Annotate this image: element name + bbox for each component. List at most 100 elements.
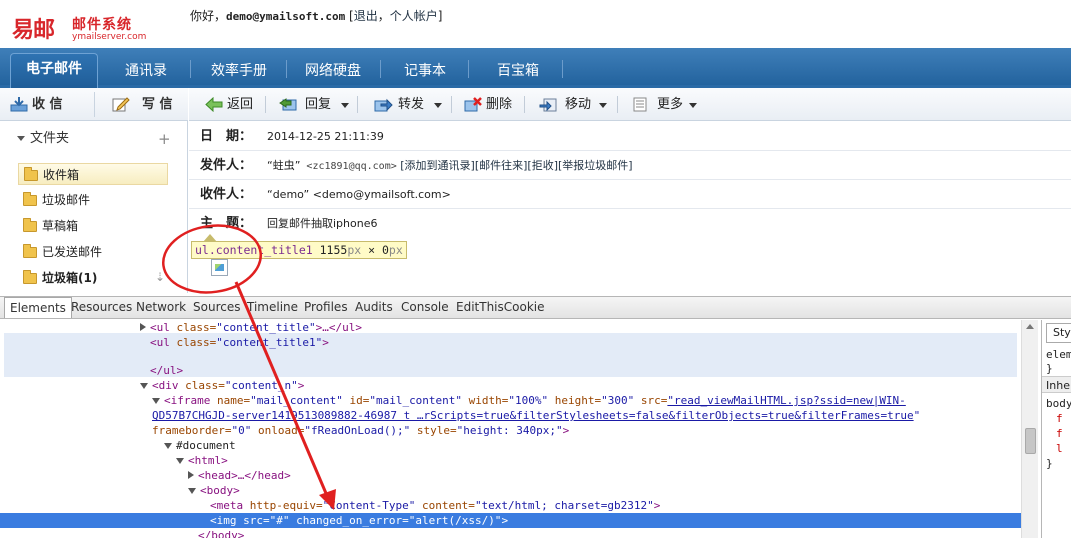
toolbar-separator bbox=[451, 96, 452, 113]
tab-audits[interactable]: Audits bbox=[355, 297, 393, 318]
dom-node-head[interactable]: <head>…</head> bbox=[0, 468, 1021, 483]
collapse-triangle-icon[interactable] bbox=[188, 488, 196, 494]
scroll-up-icon[interactable] bbox=[1026, 324, 1034, 329]
tag: <div bbox=[152, 379, 179, 392]
dom-node-body-close[interactable]: </body> bbox=[0, 528, 1021, 538]
folder-icon bbox=[23, 218, 37, 232]
dom-node-document[interactable]: #document bbox=[0, 438, 1021, 453]
dom-node-div-content[interactable]: <div class="content_n"> bbox=[0, 378, 1021, 393]
dom-node-meta[interactable]: <meta http-equiv="Content-Type" content=… bbox=[0, 498, 1021, 513]
nav-separator bbox=[380, 60, 381, 78]
folders-header[interactable]: 文件夹 + bbox=[0, 124, 188, 154]
broken-image-icon[interactable] bbox=[211, 259, 228, 276]
dom-node-iframe[interactable]: <iframe name="mail_content" id="mail_con… bbox=[0, 393, 1021, 408]
receive-icon bbox=[10, 97, 28, 112]
scrollbar-thumb[interactable] bbox=[1025, 428, 1036, 454]
style-line: body bbox=[1046, 397, 1071, 410]
tab-network[interactable]: Network bbox=[136, 297, 186, 318]
attr-name: frameborder= bbox=[152, 424, 232, 437]
tooltip-width: 1155 bbox=[312, 243, 348, 257]
report-spam-link[interactable]: [举报垃圾邮件] bbox=[558, 159, 633, 172]
account-link[interactable]: 个人帐户 bbox=[390, 9, 438, 23]
tab-planner[interactable]: 效率手册 bbox=[200, 57, 278, 87]
document-node: #document bbox=[176, 439, 236, 452]
iframe-src-link[interactable]: QD57B7CHGJD-server1419513089882-46987 t … bbox=[152, 409, 914, 422]
style-line: l bbox=[1056, 442, 1063, 455]
tab-console[interactable]: Console bbox=[401, 297, 449, 318]
attr-name: class= bbox=[178, 379, 225, 392]
tag: > bbox=[322, 336, 329, 349]
add-folder-icon[interactable]: + bbox=[158, 124, 171, 154]
forward-icon bbox=[374, 98, 393, 112]
mail-history-link[interactable]: [邮件往来] bbox=[475, 159, 528, 172]
more-icon bbox=[633, 97, 647, 112]
forward-dropdown-icon[interactable] bbox=[434, 103, 442, 108]
dom-node-img-selected[interactable]: <img src="#" changed_on_error="alert(/xs… bbox=[0, 513, 1021, 528]
attr-value: "mail_content" bbox=[369, 394, 463, 407]
reply-dropdown-icon[interactable] bbox=[341, 103, 349, 108]
add-to-contacts-link[interactable]: [添加到通讯录] bbox=[400, 159, 475, 172]
collapse-triangle-icon[interactable] bbox=[176, 458, 184, 464]
tab-contacts[interactable]: 通讯录 bbox=[110, 57, 182, 87]
reject-link[interactable]: [拒收] bbox=[527, 159, 558, 172]
receive-button[interactable]: 收 信 bbox=[0, 88, 94, 121]
more-dropdown-icon[interactable] bbox=[689, 103, 697, 108]
tab-notepad[interactable]: 记事本 bbox=[390, 57, 460, 87]
logo[interactable]: 易邮 邮件系统 ymailserver.com bbox=[12, 12, 162, 43]
bracket-close: ] bbox=[437, 9, 443, 23]
folder-inbox[interactable]: 收件箱 bbox=[18, 163, 168, 185]
logout-link[interactable]: 退出 bbox=[354, 9, 378, 23]
collapse-triangle-icon[interactable] bbox=[164, 443, 172, 449]
folder-junk[interactable]: 垃圾邮件 bbox=[18, 189, 168, 211]
dom-node-ul-title[interactable]: <ul class="content_title">…</ul> bbox=[0, 320, 1021, 335]
attr-value: "0" bbox=[231, 424, 252, 437]
tab-elements[interactable]: Elements bbox=[4, 297, 72, 318]
folder-sent[interactable]: 已发送邮件 bbox=[18, 241, 168, 263]
tab-profiles[interactable]: Profiles bbox=[304, 297, 348, 318]
compose-label: 写 信 bbox=[142, 97, 173, 112]
attr-value: "alert(/xss/)" bbox=[408, 514, 502, 527]
tab-netdisk[interactable]: 网络硬盘 bbox=[294, 57, 372, 87]
mail-actions: 收 信 写 信 bbox=[0, 88, 188, 121]
attr-name: changed_on_error= bbox=[289, 514, 409, 527]
folder-drafts[interactable]: 草稿箱 bbox=[18, 215, 168, 237]
collapse-triangle-icon[interactable] bbox=[140, 383, 148, 389]
attr-value: "text/html; charset=gb2312" bbox=[474, 499, 654, 512]
devtools-tabs: Elements Resources Network Sources Timel… bbox=[0, 297, 1071, 319]
tab-resources[interactable]: Resources bbox=[71, 297, 132, 318]
dom-node-html[interactable]: <html> bbox=[0, 453, 1021, 468]
folder-trash[interactable]: 垃圾箱(1) bbox=[18, 267, 168, 289]
nav-separator bbox=[468, 60, 469, 78]
from-value: “蛀虫” <zc1891@qq.com> [添加到通讯录][邮件往来][拒收][… bbox=[267, 151, 633, 181]
move-dropdown-icon[interactable] bbox=[599, 103, 607, 108]
tag: <img bbox=[210, 514, 237, 527]
compose-button[interactable]: 写 信 bbox=[100, 88, 188, 121]
tag: > bbox=[653, 499, 661, 512]
scroll-down-icon[interactable]: ⇣ bbox=[155, 270, 165, 284]
attr-name: src= bbox=[236, 514, 270, 527]
move-label: 移动 bbox=[565, 97, 592, 112]
tooltip-times: × bbox=[361, 243, 382, 257]
tab-sources[interactable]: Sources bbox=[193, 297, 240, 318]
expand-triangle-icon[interactable] bbox=[140, 323, 146, 331]
attr-name: width= bbox=[462, 394, 509, 407]
dom-node-ul-close[interactable]: </ul> bbox=[0, 363, 1021, 378]
tab-editthiscookie[interactable]: EditThisCookie bbox=[456, 297, 545, 318]
iframe-src-link[interactable]: "read_viewMailHTML.jsp?ssid=new|WIN- bbox=[667, 394, 905, 407]
dom-tree-scrollbar[interactable] bbox=[1021, 320, 1038, 538]
to-value: “demo” <demo@ymailsoft.com> bbox=[267, 188, 451, 201]
dom-node-ul-title1[interactable]: <ul class="content_title1"> bbox=[0, 335, 1021, 350]
styles-tab[interactable]: Sty bbox=[1046, 323, 1071, 343]
tab-email[interactable]: 电子邮件 bbox=[10, 53, 98, 88]
dom-node-body[interactable]: <body> bbox=[0, 483, 1021, 498]
inherited-header: Inhe bbox=[1042, 376, 1071, 393]
collapse-triangle-icon[interactable] bbox=[152, 398, 160, 404]
from-label: 发件人： bbox=[200, 158, 253, 173]
tab-toolbox[interactable]: 百宝箱 bbox=[482, 57, 554, 87]
expand-triangle-icon[interactable] bbox=[188, 471, 194, 479]
folder-label: 草稿箱 bbox=[42, 219, 79, 233]
subject-value: 回复邮件抽取iphone6 bbox=[267, 217, 378, 230]
attr-value: " bbox=[913, 409, 921, 422]
styles-sidebar: Sty elem } Inhe body f f l } bbox=[1041, 320, 1071, 538]
tab-timeline[interactable]: Timeline bbox=[247, 297, 298, 318]
